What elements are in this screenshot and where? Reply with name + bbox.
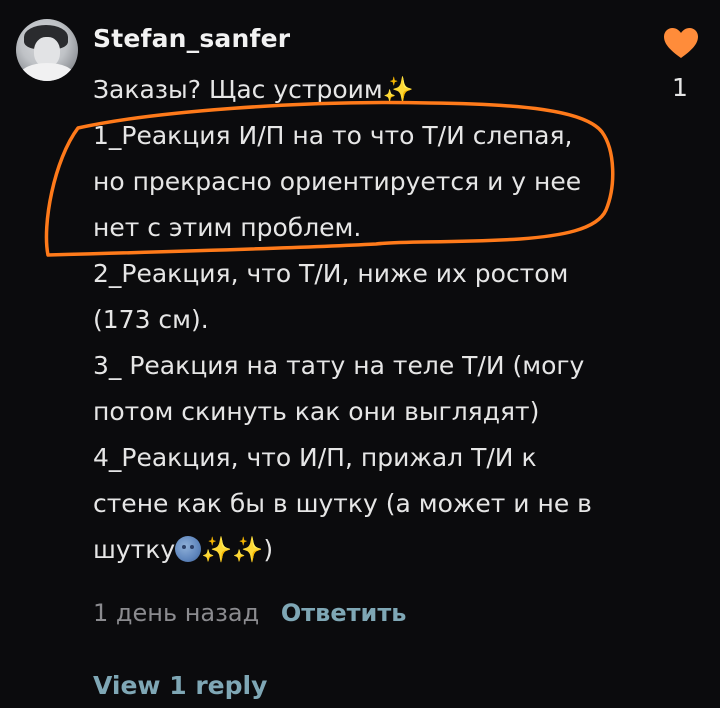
comment-line-1: Заказы? Щас устроим✨ (93, 67, 653, 113)
comment-body: Заказы? Щас устроим✨ 1_Реакция И/П на то… (93, 67, 653, 573)
comment-line-11-text: шутку (93, 535, 176, 564)
moon-face-icon (175, 536, 202, 562)
sparkles-icon: ✨ (382, 75, 414, 104)
heart-icon[interactable] (662, 26, 700, 60)
username[interactable]: Stefan_sanfer (93, 24, 290, 53)
comment-line-2: 1_Реакция И/П на то что Т/И слепая, (93, 121, 573, 150)
comment-line-1-text: Заказы? Щас устроим (93, 75, 383, 104)
timestamp: 1 день назад (93, 599, 260, 627)
view-replies-link[interactable]: View 1 reply (93, 671, 267, 700)
like-count: 1 (672, 73, 688, 102)
comment-line-11: шутку ✨✨) (93, 527, 653, 573)
reply-button[interactable]: Ответить (281, 599, 407, 627)
avatar-shoulder (20, 63, 74, 81)
avatar[interactable] (16, 19, 78, 81)
comment-card: Stefan_sanfer Заказы? Щас устроим✨ 1_Реа… (0, 0, 720, 708)
sparkles-icon: ✨ (201, 535, 233, 564)
comment-line-4: нет с этим проблем. (93, 213, 362, 242)
comment-line-9: 4_Реакция, что И/П, прижал Т/И к (93, 443, 537, 472)
comment-meta: 1 день назад Ответить (93, 599, 406, 627)
comment-line-10: стене как бы в шутку (а может и не в (93, 489, 592, 518)
comment-line-6: (173 см). (93, 305, 209, 334)
comment-line-8: потом скинуть как они выглядят) (93, 397, 540, 426)
comment-line-11-close: ) (263, 535, 274, 564)
comment-line-5: 2_Реакция, что Т/И, ниже их ростом (93, 259, 569, 288)
comment-line-7: 3_ Реакция на тату на теле Т/И (могу (93, 351, 585, 380)
comment-line-3: но прекрасно ориентируется и у нее (93, 167, 582, 196)
sparkles-icon: ✨ (232, 535, 264, 564)
